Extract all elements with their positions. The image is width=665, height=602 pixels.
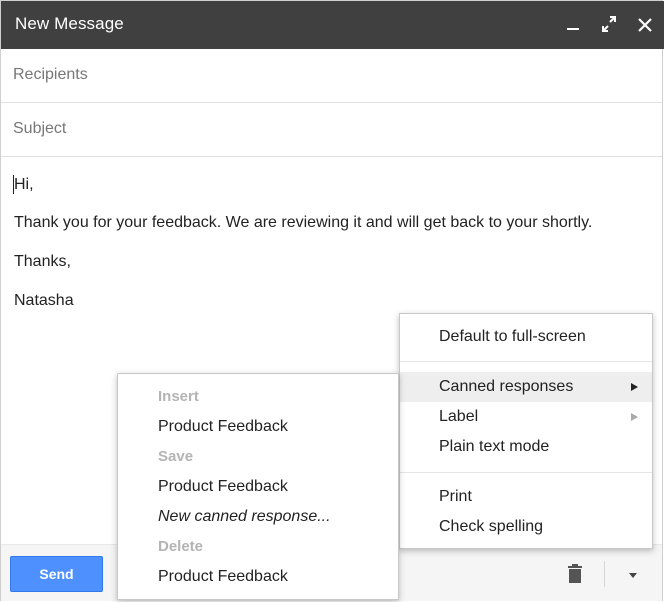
insert-header: Insert	[158, 388, 199, 405]
insert-product-feedback[interactable]: Product Feedback	[118, 412, 398, 442]
menu-item-print[interactable]: Print	[400, 482, 652, 512]
subject-row	[1, 103, 662, 157]
menu-item-plain-text[interactable]: Plain text mode	[400, 432, 652, 462]
menu-item-canned-responses[interactable]: Canned responses	[400, 372, 652, 402]
body-line-greeting: Hi,	[14, 176, 34, 193]
title-bar: New Message	[1, 1, 664, 49]
close-icon[interactable]	[636, 13, 654, 35]
menu-item-default-fullscreen[interactable]: Default to full-screen	[400, 322, 652, 352]
subject-input[interactable]	[13, 117, 633, 141]
fullscreen-icon[interactable]	[600, 13, 618, 35]
recipients-row	[1, 49, 662, 103]
menu-item-label: Canned responses	[439, 378, 574, 395]
delete-header: Delete	[158, 538, 204, 555]
submenu-arrow-icon	[631, 413, 638, 421]
save-product-feedback[interactable]: Product Feedback	[118, 472, 398, 502]
body-line-message: Thank you for your feedback. We are revi…	[14, 214, 593, 231]
submenu-arrow-icon	[631, 383, 638, 391]
body-line-signature: Natasha	[14, 292, 74, 309]
window-title: New Message	[15, 14, 124, 33]
more-options-menu: Default to full-screen Canned responses …	[399, 313, 653, 549]
save-header: Save	[158, 448, 194, 465]
menu-separator	[400, 472, 652, 473]
delete-product-feedback[interactable]: Product Feedback	[118, 562, 398, 592]
more-options-icon[interactable]	[627, 567, 639, 578]
menu-item-label[interactable]: Label	[400, 402, 652, 432]
send-button[interactable]: Send	[10, 556, 103, 592]
new-canned-response[interactable]: New canned response...	[118, 502, 398, 532]
minimize-icon[interactable]	[564, 13, 582, 35]
toolbar-divider	[604, 561, 605, 587]
title-bar-controls	[564, 13, 654, 35]
body-line-closing: Thanks,	[14, 253, 71, 270]
recipients-input[interactable]	[13, 63, 633, 87]
canned-responses-submenu: Insert Product Feedback Save Product Fee…	[117, 373, 399, 600]
menu-separator	[400, 361, 652, 362]
menu-item-check-spelling[interactable]: Check spelling	[400, 512, 652, 542]
menu-item-label-text: Label	[439, 408, 479, 425]
trash-icon[interactable]	[566, 563, 584, 585]
